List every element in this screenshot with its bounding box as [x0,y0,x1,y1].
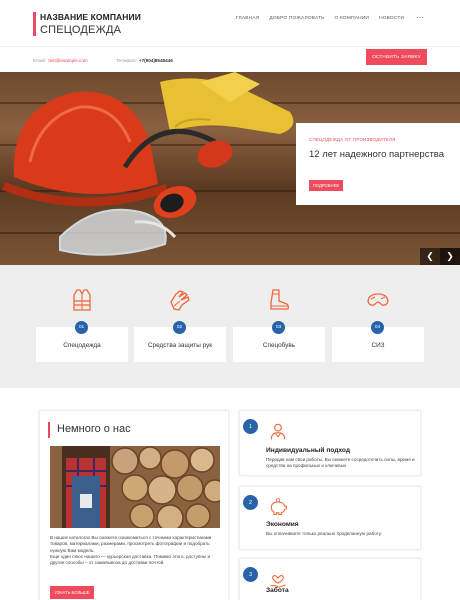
category-label: Средства защиты рук [147,342,213,349]
about-description: В наших каталогах Вы сможете ознакомитьс… [50,535,222,566]
feature-title: Индивидуальный подход [266,447,351,454]
goggles-icon [367,293,389,306]
phone-contact: Телефон: +7(904)8548446 [116,58,173,63]
main-nav: ГЛАВНАЯ ДОБРО ПОЖАЛОВАТЬ О КОМПАНИИ НОВО… [236,16,404,21]
request-button[interactable]: ОСТАВИТЬ ЗАЯВКУ [366,49,427,65]
person-icon [270,423,286,440]
categories-section: 01 Спецодежда 02 Средства защиты рук 03 … [0,265,460,388]
phone-link[interactable]: +7(904)8548446 [139,58,173,63]
about-title: Немного о нас [57,423,131,435]
email-link[interactable]: test@example.com [48,58,87,63]
logo-accent-bar [33,12,36,36]
feature-description: Вы оплачиваете только реально проделанну… [266,531,382,536]
category-label: СИЗ [371,342,385,349]
more-details-button[interactable]: ПОДРОБНЕЕ [309,180,343,191]
category-number: 04 [371,321,384,334]
category-number: 03 [272,321,285,334]
category-number: 02 [173,321,186,334]
feature-title: Забота [266,587,289,594]
category-number: 01 [75,321,88,334]
email-label: Email: [33,58,46,63]
slider-arrows: ❮ ❯ [420,248,460,265]
boot-icon [270,289,289,310]
chevron-left-icon[interactable]: ❮ [420,248,440,265]
slide-kicker: СПЕЦОДЕЖДА ОТ ПРОИЗВОДИТЕЛЯ [309,137,396,142]
nav-item-welcome[interactable]: ДОБРО ПОЖАЛОВАТЬ [269,16,324,21]
about-section: Немного о нас В наших каталогах Вы сможе… [39,410,229,600]
feature-card: 1 Индивидуальный подход Передав нам свои… [239,410,421,476]
feature-card: 2 Экономия Вы оплачиваете только реально… [239,486,421,550]
email-contact: Email: test@example.com [33,58,88,63]
nav-item-home[interactable]: ГЛАВНАЯ [236,16,259,21]
learn-more-button[interactable]: УЗНАТЬ БОЛЬШЕ [50,586,94,599]
care-icon [270,575,286,588]
more-menu-icon[interactable]: ⋯ [416,13,424,22]
feature-card: 3 Забота [239,558,421,600]
site-header: НАЗВАНИЕ КОМПАНИИ СПЕЦОДЕЖДА ГЛАВНАЯ ДОБ… [0,0,460,46]
feature-description: Передав нам свои работы, Вы сможете соср… [266,457,415,469]
about-paragraph: В наших каталогах Вы сможете ознакомитьс… [50,535,212,553]
category-label: Спецодежда [63,342,101,349]
slide-card: СПЕЦОДЕЖДА ОТ ПРОИЗВОДИТЕЛЯ 12 лет надеж… [296,123,460,205]
company-tagline[interactable]: СПЕЦОДЕЖДА [40,24,121,36]
phone-label: Телефон: [116,58,137,63]
hero-slider: СПЕЦОДЕЖДА ОТ ПРОИЗВОДИТЕЛЯ 12 лет надеж… [0,72,460,265]
feature-number: 2 [243,495,258,510]
feature-number: 1 [243,419,258,434]
nav-item-news[interactable]: НОВОСТИ [379,16,404,21]
worker-with-logs-image [50,446,220,528]
chevron-right-icon[interactable]: ❯ [440,248,460,265]
feature-number: 3 [243,567,258,582]
slide-title: 12 лет надежного партнерства [309,149,445,160]
about-image [50,446,220,528]
gloves-icon [170,290,190,311]
piggy-bank-icon [270,498,287,516]
company-name[interactable]: НАЗВАНИЕ КОМПАНИИ [40,12,141,22]
vest-icon [73,289,91,311]
about-accent-bar [48,422,50,438]
about-paragraph: Еще один плюс нашего — курьерская достав… [50,553,211,566]
feature-title: Экономия [266,521,299,528]
category-label: Спецобувь [262,342,296,349]
nav-item-about[interactable]: О КОМПАНИИ [335,16,370,21]
